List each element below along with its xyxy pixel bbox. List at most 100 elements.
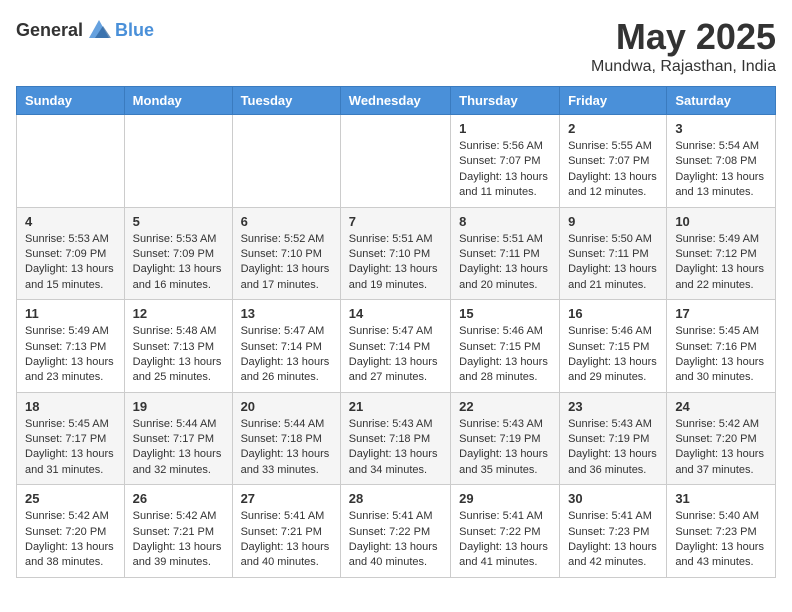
day-content: Sunrise: 5:45 AMSunset: 7:16 PMDaylight:… xyxy=(675,324,767,386)
day-content: Sunrise: 5:48 AMSunset: 7:13 PMDaylight:… xyxy=(133,324,224,386)
weekday-header-sunday: Sunday xyxy=(17,87,125,115)
day-content: Sunrise: 5:49 AMSunset: 7:13 PMDaylight:… xyxy=(25,324,116,386)
day-number: 8 xyxy=(459,214,551,229)
calendar-cell: 17 Sunrise: 5:45 AMSunset: 7:16 PMDayligh… xyxy=(667,300,776,393)
calendar-cell: 8 Sunrise: 5:51 AMSunset: 7:11 PMDaylight… xyxy=(451,207,560,300)
day-number: 30 xyxy=(568,491,658,506)
day-number: 15 xyxy=(459,306,551,321)
day-number: 16 xyxy=(568,306,658,321)
day-content: Sunrise: 5:51 AMSunset: 7:11 PMDaylight:… xyxy=(459,232,551,294)
calendar-cell: 4 Sunrise: 5:53 AMSunset: 7:09 PMDaylight… xyxy=(17,207,125,300)
calendar-cell: 19 Sunrise: 5:44 AMSunset: 7:17 PMDayligh… xyxy=(124,392,232,485)
week-row-3: 11 Sunrise: 5:49 AMSunset: 7:13 PMDayligh… xyxy=(17,300,776,393)
day-number: 14 xyxy=(349,306,442,321)
week-row-1: 1 Sunrise: 5:56 AMSunset: 7:07 PMDaylight… xyxy=(17,115,776,208)
day-content: Sunrise: 5:52 AMSunset: 7:10 PMDaylight:… xyxy=(241,232,332,294)
month-title: May 2025 xyxy=(591,16,776,58)
weekday-header-friday: Friday xyxy=(560,87,667,115)
page-header: General Blue May 2025 Mundwa, Rajasthan,… xyxy=(16,16,776,76)
day-content: Sunrise: 5:43 AMSunset: 7:18 PMDaylight:… xyxy=(349,417,442,479)
day-content: Sunrise: 5:41 AMSunset: 7:23 PMDaylight:… xyxy=(568,509,658,571)
day-content: Sunrise: 5:46 AMSunset: 7:15 PMDaylight:… xyxy=(459,324,551,386)
day-content: Sunrise: 5:46 AMSunset: 7:15 PMDaylight:… xyxy=(568,324,658,386)
day-content: Sunrise: 5:42 AMSunset: 7:20 PMDaylight:… xyxy=(25,509,116,571)
day-content: Sunrise: 5:43 AMSunset: 7:19 PMDaylight:… xyxy=(568,417,658,479)
day-number: 18 xyxy=(25,399,116,414)
day-content: Sunrise: 5:53 AMSunset: 7:09 PMDaylight:… xyxy=(133,232,224,294)
day-number: 29 xyxy=(459,491,551,506)
day-content: Sunrise: 5:45 AMSunset: 7:17 PMDaylight:… xyxy=(25,417,116,479)
calendar-cell: 5 Sunrise: 5:53 AMSunset: 7:09 PMDaylight… xyxy=(124,207,232,300)
weekday-header-row: SundayMondayTuesdayWednesdayThursdayFrid… xyxy=(17,87,776,115)
logo: General Blue xyxy=(16,16,154,44)
day-number: 9 xyxy=(568,214,658,229)
day-content: Sunrise: 5:53 AMSunset: 7:09 PMDaylight:… xyxy=(25,232,116,294)
day-number: 21 xyxy=(349,399,442,414)
day-content: Sunrise: 5:41 AMSunset: 7:21 PMDaylight:… xyxy=(241,509,332,571)
day-content: Sunrise: 5:55 AMSunset: 7:07 PMDaylight:… xyxy=(568,139,658,201)
calendar-cell: 16 Sunrise: 5:46 AMSunset: 7:15 PMDayligh… xyxy=(560,300,667,393)
day-number: 7 xyxy=(349,214,442,229)
day-content: Sunrise: 5:42 AMSunset: 7:20 PMDaylight:… xyxy=(675,417,767,479)
day-number: 28 xyxy=(349,491,442,506)
calendar-cell: 12 Sunrise: 5:48 AMSunset: 7:13 PMDayligh… xyxy=(124,300,232,393)
calendar-cell: 11 Sunrise: 5:49 AMSunset: 7:13 PMDayligh… xyxy=(17,300,125,393)
day-number: 6 xyxy=(241,214,332,229)
day-content: Sunrise: 5:42 AMSunset: 7:21 PMDaylight:… xyxy=(133,509,224,571)
day-number: 2 xyxy=(568,121,658,136)
calendar-cell: 10Sunrise: 5:49 AMSunset: 7:12 PMDayligh… xyxy=(667,207,776,300)
day-number: 5 xyxy=(133,214,224,229)
weekday-header-wednesday: Wednesday xyxy=(340,87,450,115)
day-number: 26 xyxy=(133,491,224,506)
day-number: 22 xyxy=(459,399,551,414)
day-number: 23 xyxy=(568,399,658,414)
day-number: 19 xyxy=(133,399,224,414)
calendar-cell: 31 Sunrise: 5:40 AMSunset: 7:23 PMDayligh… xyxy=(667,485,776,578)
day-number: 4 xyxy=(25,214,116,229)
logo-text-blue: Blue xyxy=(115,20,154,41)
calendar-cell: 28Sunrise: 5:41 AMSunset: 7:22 PMDayligh… xyxy=(340,485,450,578)
title-block: May 2025 Mundwa, Rajasthan, India xyxy=(591,16,776,76)
day-content: Sunrise: 5:51 AMSunset: 7:10 PMDaylight:… xyxy=(349,232,442,294)
calendar-cell: 21 Sunrise: 5:43 AMSunset: 7:18 PMDayligh… xyxy=(340,392,450,485)
calendar-cell: 6 Sunrise: 5:52 AMSunset: 7:10 PMDaylight… xyxy=(232,207,340,300)
day-number: 11 xyxy=(25,306,116,321)
calendar-cell: 29 Sunrise: 5:41 AMSunset: 7:22 PMDayligh… xyxy=(451,485,560,578)
day-number: 12 xyxy=(133,306,224,321)
calendar-cell: 18 Sunrise: 5:45 AMSunset: 7:17 PMDayligh… xyxy=(17,392,125,485)
calendar-cell: 2 Sunrise: 5:55 AMSunset: 7:07 PMDaylight… xyxy=(560,115,667,208)
day-content: Sunrise: 5:40 AMSunset: 7:23 PMDaylight:… xyxy=(675,509,767,571)
calendar-cell: 25 Sunrise: 5:42 AMSunset: 7:20 PMDayligh… xyxy=(17,485,125,578)
week-row-2: 4 Sunrise: 5:53 AMSunset: 7:09 PMDaylight… xyxy=(17,207,776,300)
day-number: 1 xyxy=(459,121,551,136)
day-content: Sunrise: 5:44 AMSunset: 7:17 PMDaylight:… xyxy=(133,417,224,479)
calendar-cell: 14Sunrise: 5:47 AMSunset: 7:14 PMDayligh… xyxy=(340,300,450,393)
day-number: 31 xyxy=(675,491,767,506)
calendar-cell xyxy=(17,115,125,208)
weekday-header-monday: Monday xyxy=(124,87,232,115)
calendar-cell: 15 Sunrise: 5:46 AMSunset: 7:15 PMDayligh… xyxy=(451,300,560,393)
calendar-table: SundayMondayTuesdayWednesdayThursdayFrid… xyxy=(16,86,776,578)
day-number: 17 xyxy=(675,306,767,321)
weekday-header-tuesday: Tuesday xyxy=(232,87,340,115)
calendar-cell: 24Sunrise: 5:42 AMSunset: 7:20 PMDayligh… xyxy=(667,392,776,485)
day-number: 13 xyxy=(241,306,332,321)
calendar-cell: 9Sunrise: 5:50 AMSunset: 7:11 PMDaylight… xyxy=(560,207,667,300)
day-number: 10 xyxy=(675,214,767,229)
logo-text-general: General xyxy=(16,20,83,41)
calendar-cell: 3Sunrise: 5:54 AMSunset: 7:08 PMDaylight… xyxy=(667,115,776,208)
day-number: 27 xyxy=(241,491,332,506)
calendar-cell: 23 Sunrise: 5:43 AMSunset: 7:19 PMDayligh… xyxy=(560,392,667,485)
calendar-cell: 26 Sunrise: 5:42 AMSunset: 7:21 PMDayligh… xyxy=(124,485,232,578)
day-content: Sunrise: 5:44 AMSunset: 7:18 PMDaylight:… xyxy=(241,417,332,479)
day-content: Sunrise: 5:56 AMSunset: 7:07 PMDaylight:… xyxy=(459,139,551,201)
calendar-cell: 30 Sunrise: 5:41 AMSunset: 7:23 PMDayligh… xyxy=(560,485,667,578)
week-row-5: 25 Sunrise: 5:42 AMSunset: 7:20 PMDayligh… xyxy=(17,485,776,578)
calendar-cell: 1 Sunrise: 5:56 AMSunset: 7:07 PMDaylight… xyxy=(451,115,560,208)
calendar-cell: 7 Sunrise: 5:51 AMSunset: 7:10 PMDaylight… xyxy=(340,207,450,300)
day-content: Sunrise: 5:41 AMSunset: 7:22 PMDaylight:… xyxy=(459,509,551,571)
day-number: 25 xyxy=(25,491,116,506)
calendar-cell: 27 Sunrise: 5:41 AMSunset: 7:21 PMDayligh… xyxy=(232,485,340,578)
location-title: Mundwa, Rajasthan, India xyxy=(591,58,776,76)
calendar-cell: 13Sunrise: 5:47 AMSunset: 7:14 PMDayligh… xyxy=(232,300,340,393)
